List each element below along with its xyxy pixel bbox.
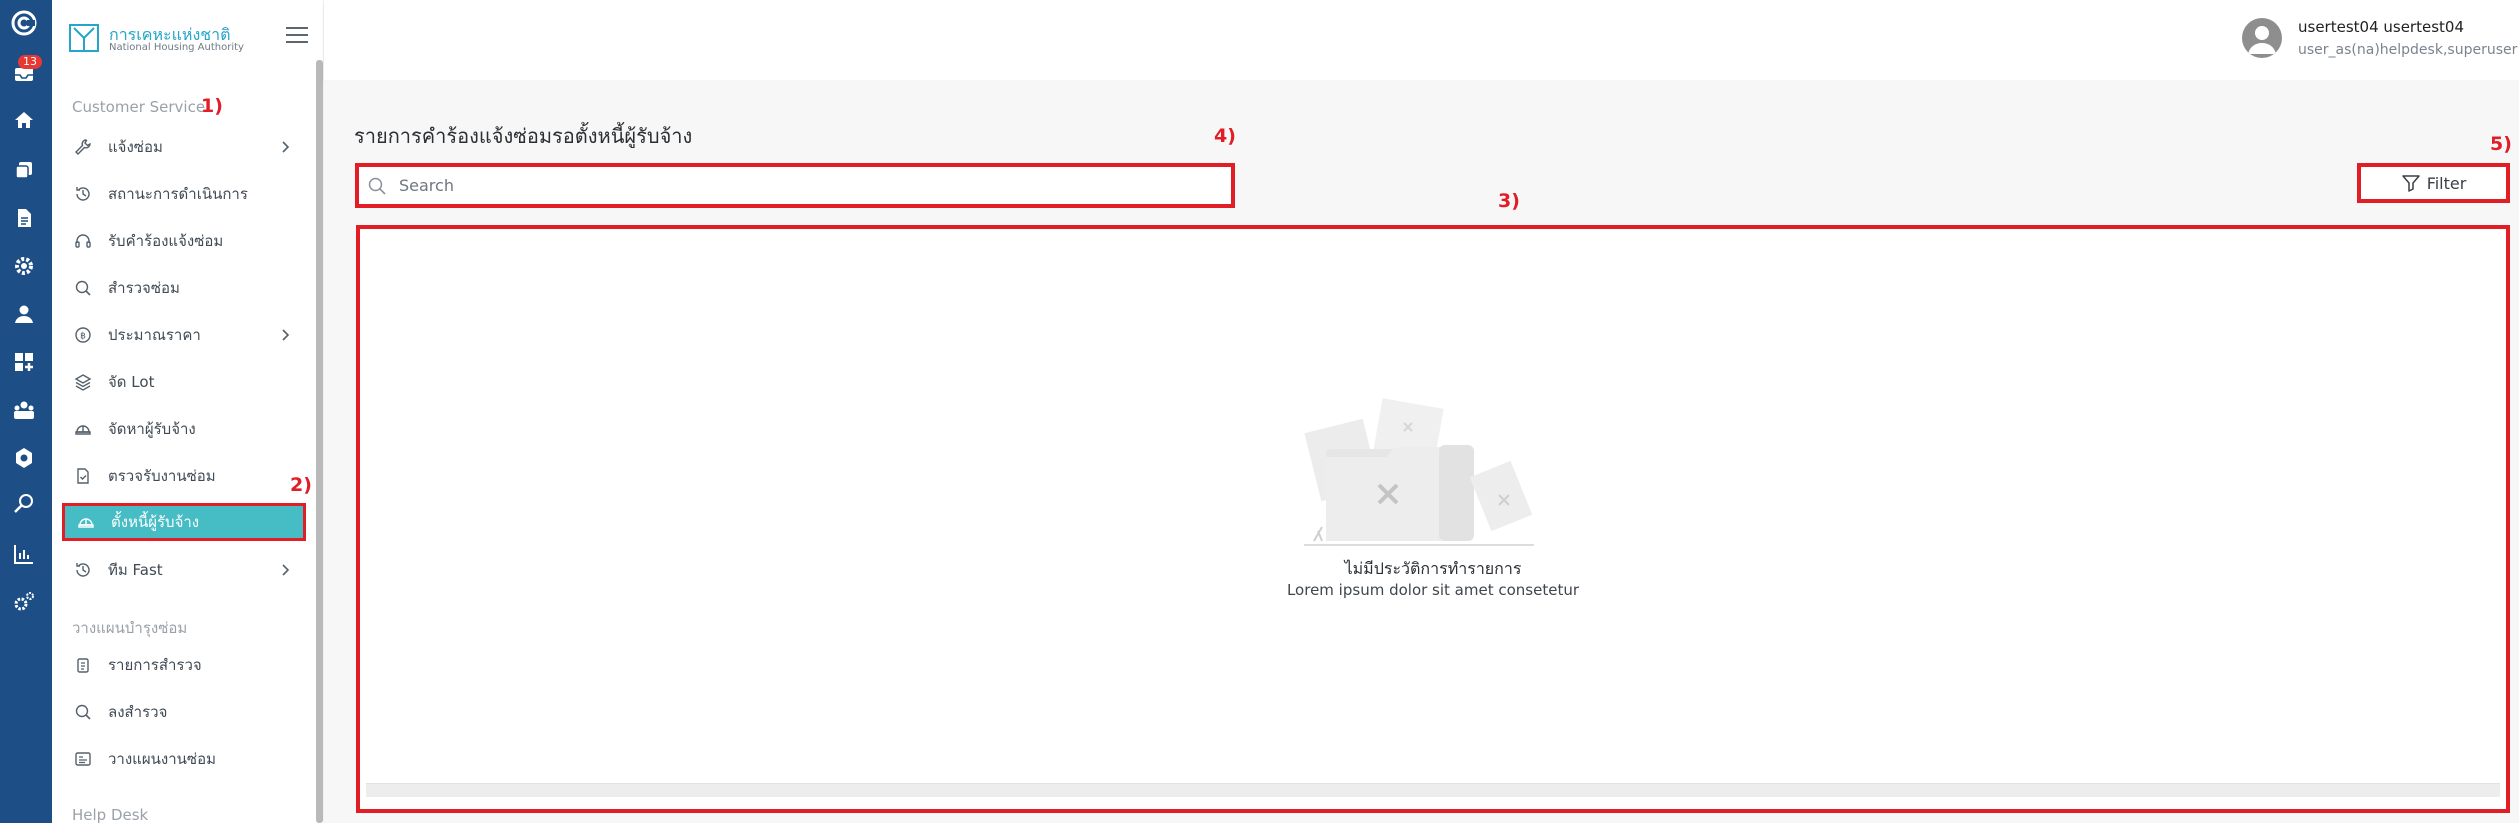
sidebar-item-status[interactable]: สถานะการดำเนินการ <box>62 176 306 212</box>
history-icon <box>72 183 94 205</box>
sidebar-item-team-fast[interactable]: ทีม Fast <box>62 552 306 588</box>
empty-folder-illustration-icon <box>1304 398 1534 546</box>
sidebar-item-arrange-lot[interactable]: จัด Lot <box>62 364 306 400</box>
dashboard-add-icon[interactable] <box>12 350 36 374</box>
history-icon <box>72 559 94 581</box>
user-role: user_as(na)helpdesk,superuser <box>2298 42 2518 58</box>
sidebar-item-repair-request[interactable]: แจ้งซ่อม <box>62 129 306 165</box>
sidebar-item-label: แจ้งซ่อม <box>108 138 163 156</box>
sidebar-item-survey-repair[interactable]: สำรวจซ่อม <box>62 270 306 306</box>
page-title: รายการคำร้องแจ้งซ่อมรอตั้งหนี้ผู้รับจ้าง <box>354 124 693 148</box>
section-title-maintenance-plan: วางแผนบำรุงซ่อม <box>72 619 188 637</box>
sidebar-item-label: รายการสำรวจ <box>108 656 202 674</box>
helmet-icon <box>75 511 97 533</box>
icon-rail: 13 <box>0 0 52 823</box>
sidebar-item-contractor-debt[interactable]: ตั้งหนี้ผู้รับจ้าง <box>62 503 306 541</box>
section-title-customer-service: Customer Service <box>72 98 206 116</box>
sidebar-item-label: รับคำร้องแจ้งซ่อม <box>108 232 224 250</box>
home-icon[interactable] <box>12 108 36 132</box>
user-name: usertest04 usertest04 <box>2298 18 2464 36</box>
section-title-help-desk: Help Desk <box>72 806 149 823</box>
user-icon[interactable] <box>12 302 36 326</box>
layers-icon <box>72 371 94 393</box>
doc-check-icon <box>72 465 94 487</box>
sidebar-item-procure-contractor[interactable]: จัดหาผู้รับจ้าง <box>62 411 306 447</box>
baht-icon: ฿ <box>72 324 94 346</box>
sidebar-item-label: ตั้งหนี้ผู้รับจ้าง <box>111 513 200 531</box>
team-icon[interactable] <box>12 398 36 422</box>
search-icon[interactable] <box>12 492 36 516</box>
sidebar-scrollbar[interactable] <box>316 60 323 823</box>
sidebar-item-receive-request[interactable]: รับคำร้องแจ้งซ่อม <box>62 223 306 259</box>
planner-icon <box>72 748 94 770</box>
headset-icon <box>72 230 94 252</box>
sidebar-item-label: จัดหาผู้รับจ้าง <box>108 420 196 438</box>
annotation-1: 1) <box>201 95 223 117</box>
search-icon <box>72 701 94 723</box>
user-avatar-icon <box>2248 26 2276 54</box>
filter-button-label: Filter <box>2426 173 2467 193</box>
annotation-3: 3) <box>1498 190 1520 212</box>
sidebar-item-label: สถานะการดำเนินการ <box>108 185 248 203</box>
search-box[interactable] <box>355 163 1235 208</box>
brand-name-english: National Housing Authority <box>109 42 244 53</box>
annotation-5: 5) <box>2490 133 2512 155</box>
wrench-icon <box>72 136 94 158</box>
sidebar-item-repair-plan[interactable]: วางแผนงานซ่อม <box>62 741 306 777</box>
horizontal-scrollbar[interactable] <box>366 783 2500 797</box>
copy-icon[interactable] <box>12 158 36 182</box>
chevron-right-icon <box>282 329 290 341</box>
results-table-panel: ไม่มีประวัติการทำรายการ Lorem ipsum dolo… <box>356 225 2510 813</box>
sidebar-item-survey-list[interactable]: รายการสำรวจ <box>62 647 306 683</box>
helmet-icon <box>72 418 94 440</box>
chevron-right-icon <box>282 141 290 153</box>
settings-icon[interactable] <box>12 446 36 470</box>
sidebar-item-label: ตรวจรับงานซ่อม <box>108 467 216 485</box>
sidebar-item-label: ลงสำรวจ <box>108 703 168 721</box>
chevron-right-icon <box>282 564 290 576</box>
top-bar <box>324 0 2519 80</box>
sidebar: การเคหะแห่งชาติ National Housing Authori… <box>52 0 324 823</box>
avatar[interactable] <box>2242 18 2282 58</box>
hamburger-menu-icon[interactable] <box>286 26 308 44</box>
bar-chart-icon[interactable] <box>12 542 36 566</box>
document-icon[interactable] <box>12 206 36 230</box>
sidebar-item-do-survey[interactable]: ลงสำรวจ <box>62 694 306 730</box>
filter-button[interactable]: Filter <box>2357 163 2510 203</box>
cogs-icon[interactable] <box>12 590 36 614</box>
empty-state-title: ไม่มีประวัติการทำรายการ <box>1344 559 1522 578</box>
annotation-2: 2) <box>290 474 312 496</box>
annotation-4: 4) <box>1214 125 1236 147</box>
sidebar-item-label: จัด Lot <box>108 373 155 391</box>
filter-icon <box>2401 175 2420 192</box>
search-icon <box>368 177 386 195</box>
logo-icon[interactable] <box>11 10 37 36</box>
sidebar-item-label: ประมาณราคา <box>108 326 201 344</box>
search-input[interactable] <box>399 176 1199 195</box>
search-icon <box>72 277 94 299</box>
gear-icon[interactable] <box>12 254 36 278</box>
sidebar-item-label: วางแผนงานซ่อม <box>108 750 216 768</box>
sidebar-item-label: ทีม Fast <box>108 561 163 579</box>
sidebar-item-estimate-price[interactable]: ฿ ประมาณราคา <box>62 317 306 353</box>
notification-badge: 13 <box>18 55 42 69</box>
sidebar-item-inspect-repair[interactable]: ตรวจรับงานซ่อม <box>62 458 306 494</box>
nha-logo-icon <box>69 24 99 52</box>
empty-state-subtitle: Lorem ipsum dolor sit amet consetetur <box>1286 581 1580 599</box>
clipboard-icon <box>72 654 94 676</box>
svg-text:฿: ฿ <box>80 332 86 342</box>
sidebar-item-label: สำรวจซ่อม <box>108 279 180 297</box>
